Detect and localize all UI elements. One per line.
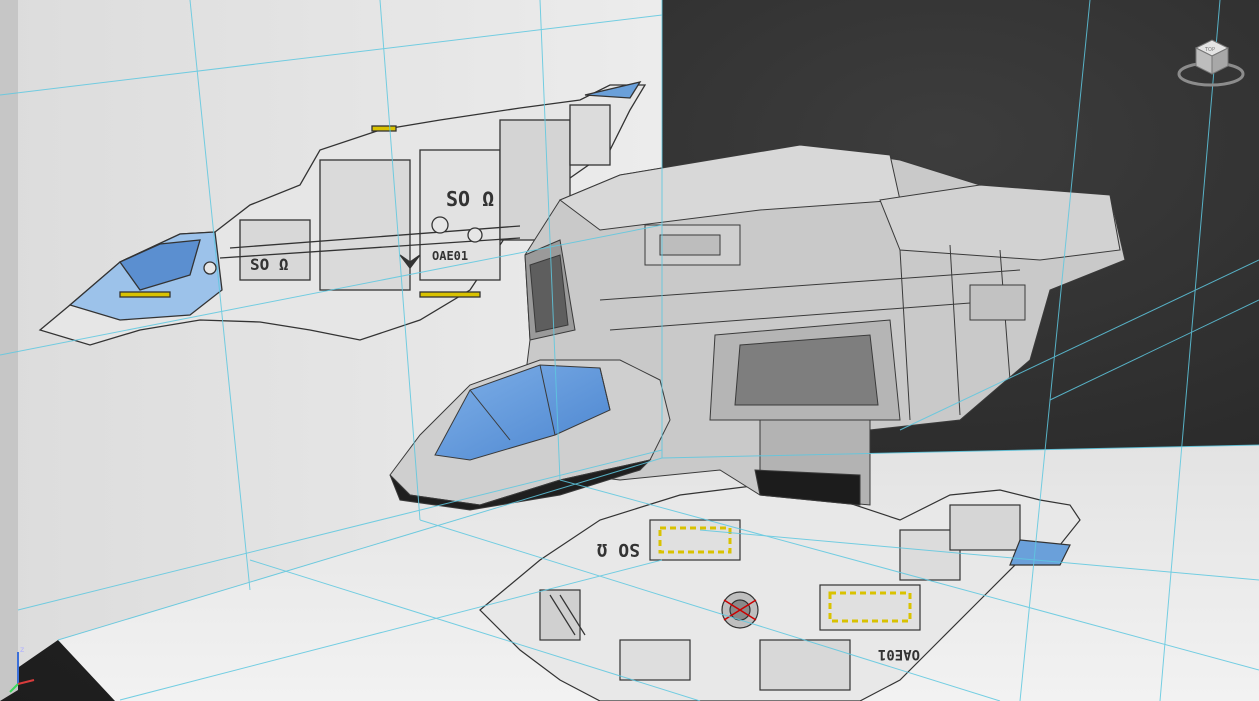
perspective-viewport[interactable]: SO Ω SO Ω OAE01 SO Ω OAE01 TOP z [0,0,1259,701]
side-hull-text: SO Ω [446,187,494,211]
axis-z-label: z [20,645,24,654]
wall-edge [0,0,18,701]
axis-tripod: z [9,645,35,693]
top-badge-text: OAE01 [878,646,920,662]
viewcube-face-label: TOP [1204,47,1215,53]
side-hull-text-secondary: SO Ω [250,255,289,274]
side-badge-text: OAE01 [432,249,468,263]
viewcube[interactable]: TOP [1176,34,1246,90]
top-hull-text: SO Ω [596,539,640,560]
scene-canvas[interactable]: SO Ω SO Ω OAE01 SO Ω OAE01 [0,0,1259,701]
